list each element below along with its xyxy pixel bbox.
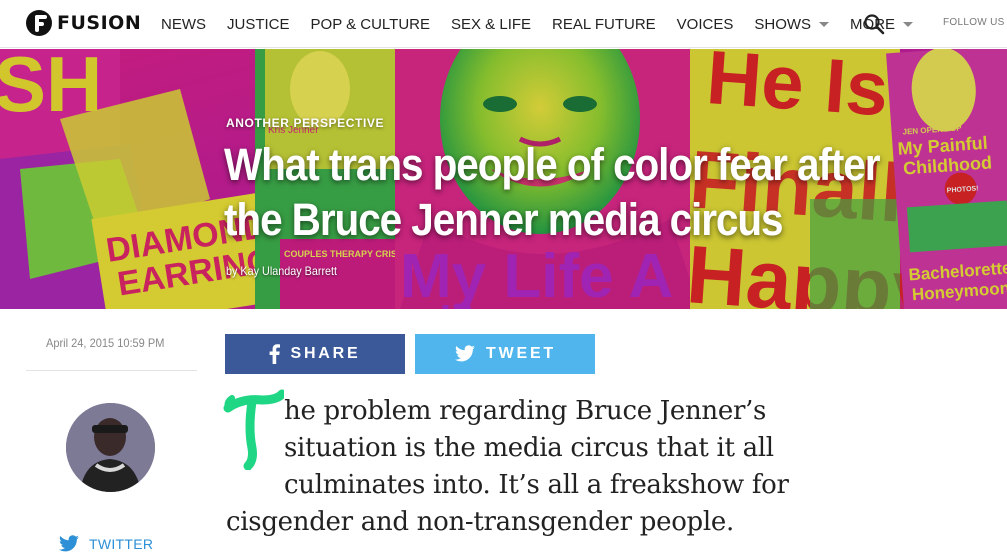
facebook-icon [270, 344, 281, 364]
hero-banner: SH DIAMOND EARRINGS Kris Jenner COUPLES … [0, 49, 1007, 309]
lead-line: situation is the media circus that it al… [284, 433, 774, 463]
twitter-bird-icon [455, 345, 475, 362]
nav-voices-label: VOICES [676, 15, 734, 33]
fusion-logo-icon [26, 10, 52, 36]
nav-news-label: NEWS [161, 15, 206, 33]
author-avatar[interactable] [66, 403, 155, 492]
tweet-label: TWEET [486, 345, 556, 362]
article-title: What trans people of color fear after th… [224, 139, 880, 245]
nav-voices[interactable]: VOICES [677, 16, 734, 33]
nav-justice-label: JUSTICE [227, 15, 290, 33]
publish-date: April 24, 2015 10:59 PM [46, 336, 165, 350]
article-byline[interactable]: by Kay Ulanday Barrett [226, 264, 337, 278]
author-twitter-label: TWITTER [89, 536, 154, 552]
author-twitter-link[interactable]: TWITTER [58, 535, 153, 553]
section-nav: NEWS JUSTICE POP & CULTURE SEX & LIFE RE… [161, 0, 934, 48]
nav-real-future[interactable]: REAL FUTURE [552, 16, 656, 33]
article-kicker[interactable]: ANOTHER PERSPECTIVE [226, 116, 384, 130]
lead-line: cisgender and non-transgender people. [226, 507, 734, 537]
twitter-bird-icon [59, 535, 79, 552]
share-label: SHARE [290, 345, 361, 362]
nav-shows[interactable]: SHOWS [754, 15, 830, 33]
chevron-down-icon [903, 21, 914, 27]
follow-us-label[interactable]: FOLLOW US [943, 17, 1005, 28]
article-lead-paragraph: he problem regarding Bruce Jenner’s situ… [226, 393, 846, 541]
nav-pop-culture[interactable]: POP & CULTURE [311, 16, 430, 33]
nav-sex-life-label: SEX & LIFE [451, 15, 532, 33]
top-navigation: FUSION NEWS JUSTICE POP & CULTURE SEX & … [0, 0, 1007, 48]
nav-pop-culture-label: POP & CULTURE [310, 15, 430, 33]
twitter-tweet-button[interactable]: TWEET [415, 334, 595, 374]
nav-sex-life[interactable]: SEX & LIFE [451, 16, 531, 33]
facebook-share-button[interactable]: SHARE [225, 334, 405, 374]
nav-justice[interactable]: JUSTICE [227, 16, 290, 33]
search-icon[interactable] [863, 13, 885, 35]
lead-line: culminates into. It’s all a freakshow fo… [284, 470, 789, 500]
meta-divider [26, 370, 197, 371]
fusion-logo[interactable]: FUSION [26, 10, 141, 36]
nav-news[interactable]: NEWS [161, 16, 206, 33]
fusion-logo-text: FUSION [57, 12, 142, 34]
author-avatar-image [66, 403, 155, 492]
chevron-down-icon [819, 21, 830, 27]
nav-shows-label: SHOWS [754, 15, 812, 33]
nav-real-future-label: REAL FUTURE [552, 15, 656, 33]
lead-line: he problem regarding Bruce Jenner’s [284, 396, 767, 426]
